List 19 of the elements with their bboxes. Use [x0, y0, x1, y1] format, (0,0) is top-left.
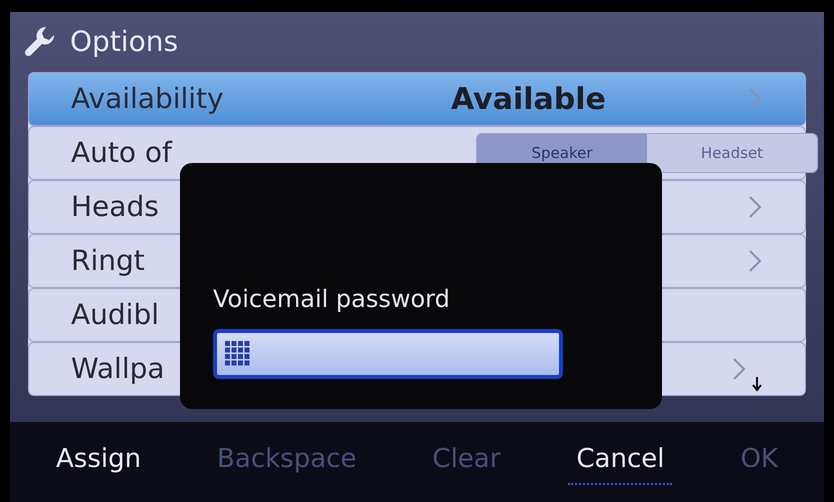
chevron-icon [747, 86, 763, 112]
chevron-icon [731, 356, 747, 382]
segment-option[interactable]: Headset [647, 134, 817, 172]
chevron-icon [747, 194, 763, 220]
row-label: Wallpa [71, 352, 165, 385]
row-value: Available [451, 80, 606, 118]
window-title: Options [70, 24, 178, 60]
softkey-button[interactable]: Assign [48, 440, 150, 484]
chevron-icon [747, 248, 763, 274]
keypad-icon [225, 341, 251, 367]
dialog-label: Voicemail password [213, 284, 451, 315]
row-label: Audibl [71, 298, 160, 331]
password-field[interactable] [213, 329, 563, 379]
row-label: Availability [71, 82, 224, 115]
list-row[interactable]: Availability Available [28, 72, 806, 126]
row-label: Heads [71, 190, 159, 223]
row-label: Ringt [71, 244, 145, 277]
row-label: Auto of [71, 136, 172, 169]
softkey-button[interactable]: Cancel [568, 440, 672, 484]
